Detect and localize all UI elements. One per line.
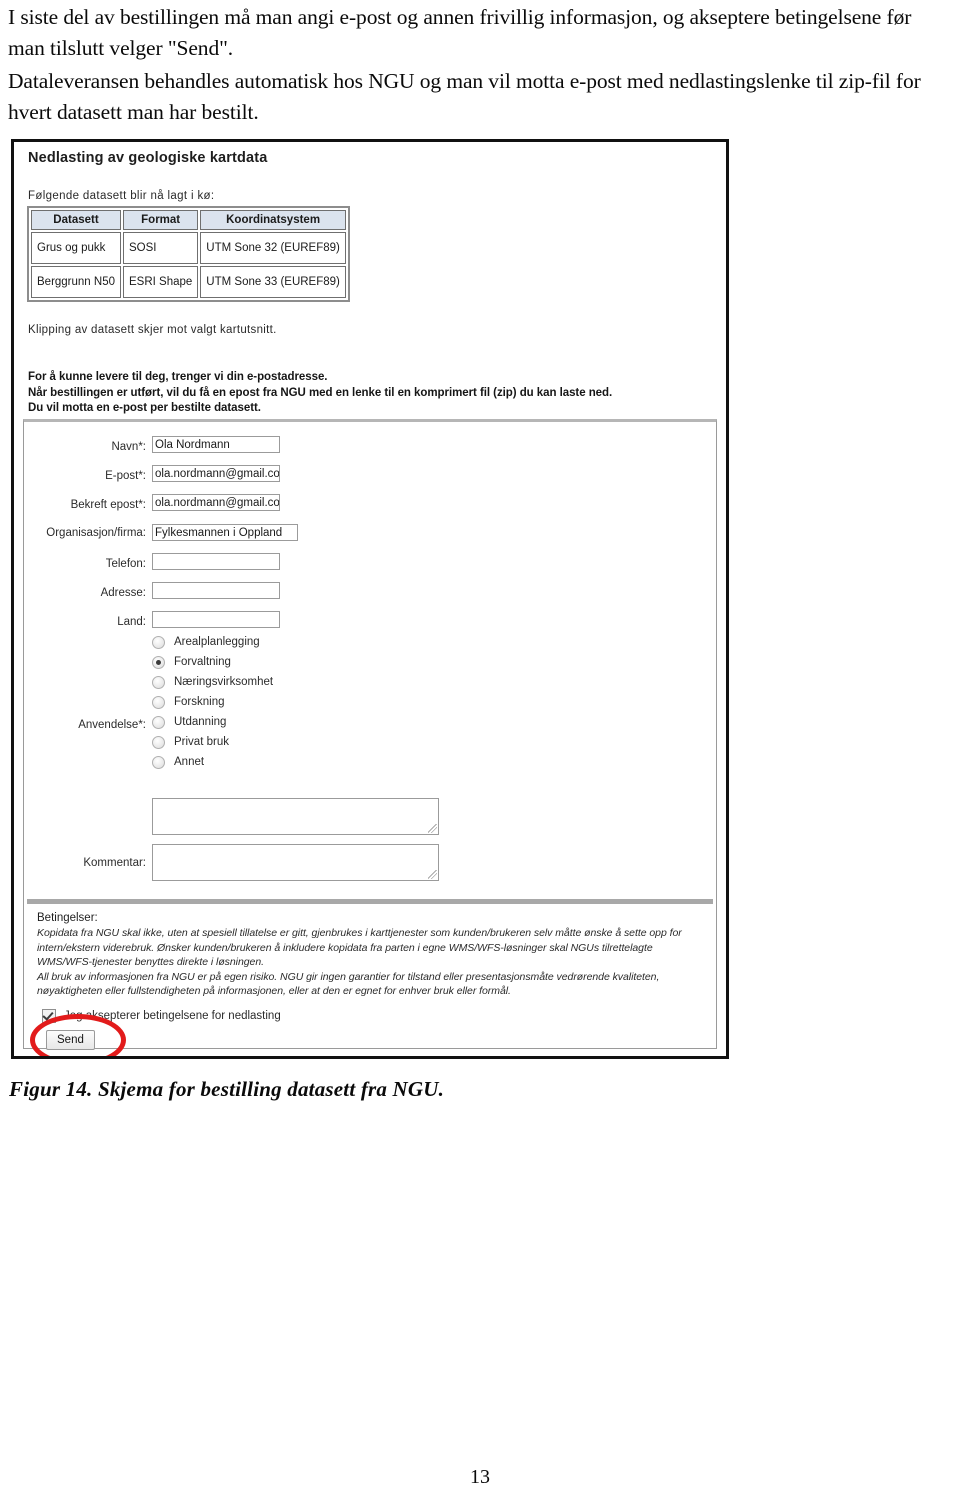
adresse-input[interactable] <box>152 582 280 599</box>
epost-input[interactable]: ola.nordmann@gmail.con <box>152 465 280 482</box>
cell-koordinatsystem: UTM Sone 32 (EUREF89) <box>200 232 346 264</box>
radio-option-utdanning[interactable]: Utdanning <box>152 712 273 732</box>
anvendelse-radio-group: Arealplanlegging Forvaltning Næringsvirk… <box>152 632 273 772</box>
table-row: Grus og pukk SOSI UTM Sone 32 (EUREF89) <box>31 232 346 264</box>
radio-option-arealplanlegging[interactable]: Arealplanlegging <box>152 632 273 652</box>
label-adresse: Adresse: <box>100 587 146 599</box>
terms-paragraph-1: Kopidata fra NGU skal ikke, uten at spes… <box>37 927 682 968</box>
land-input[interactable] <box>152 611 280 628</box>
app-title: Nedlasting av geologiske kartdata <box>28 150 268 166</box>
radio-option-forvaltning[interactable]: Forvaltning <box>152 652 273 672</box>
radio-label: Annet <box>174 756 205 768</box>
send-button[interactable]: Send <box>46 1030 95 1050</box>
bekreft-epost-input[interactable]: ola.nordmann@gmail.con <box>152 494 280 511</box>
cell-format: ESRI Shape <box>123 266 199 298</box>
accept-terms-row[interactable]: Jeg aksepterer betingelsene for nedlasti… <box>42 1009 281 1023</box>
column-header-koordinatsystem: Koordinatsystem <box>200 210 346 230</box>
terms-title: Betingelser: <box>37 912 98 924</box>
radio-icon[interactable] <box>152 675 165 689</box>
radio-label: Næringsvirksomhet <box>174 676 274 688</box>
cell-koordinatsystem: UTM Sone 33 (EUREF89) <box>200 266 346 298</box>
field-row-organisasjon: Organisasjon/firma: Fylkesmannen i Oppla… <box>24 522 716 549</box>
field-row-adresse: Adresse: <box>24 582 716 609</box>
column-header-format: Format <box>123 210 199 230</box>
field-row-telefon: Telefon: <box>24 553 716 580</box>
label-anvendelse: Anvendelse*: <box>78 719 146 731</box>
label-land: Land: <box>117 616 146 628</box>
figure-screenshot: Nedlasting av geologiske kartdata Følgen… <box>11 139 729 1059</box>
label-kommentar: Kommentar: <box>83 857 146 869</box>
radio-icon[interactable] <box>152 755 165 769</box>
radio-option-forskning[interactable]: Forskning <box>152 692 273 712</box>
field-row-navn: Navn*: Ola Nordmann <box>24 436 716 463</box>
radio-option-privat-bruk[interactable]: Privat bruk <box>152 732 273 752</box>
accept-checkbox-icon[interactable] <box>42 1009 56 1023</box>
table-row: Berggrunn N50 ESRI Shape UTM Sone 33 (EU… <box>31 266 346 298</box>
radio-label: Utdanning <box>174 716 227 728</box>
annet-textarea[interactable] <box>152 798 439 835</box>
telefon-input[interactable] <box>152 553 280 570</box>
cell-format: SOSI <box>123 232 199 264</box>
table-header-row: Datasett Format Koordinatsystem <box>31 210 346 230</box>
terms-paragraph-2: All bruk av informasjonen fra NGU er på … <box>37 970 660 998</box>
cell-datasett: Grus og pukk <box>31 232 121 264</box>
radio-label: Privat bruk <box>174 736 229 748</box>
radio-icon[interactable] <box>152 695 165 709</box>
label-organisasjon: Organisasjon/firma: <box>46 527 146 539</box>
accept-terms-label: Jeg aksepterer betingelsene for nedlasti… <box>64 1010 281 1022</box>
label-telefon: Telefon: <box>105 558 146 570</box>
radio-icon[interactable] <box>152 715 165 729</box>
radio-icon[interactable] <box>152 635 165 649</box>
figure-caption: Figur 14. Skjema for bestilling datasett… <box>9 1077 445 1101</box>
radio-icon-selected[interactable] <box>152 655 165 669</box>
page-number: 13 <box>470 1466 490 1488</box>
queue-note-text: Klipping av datasett skjer mot valgt kar… <box>28 324 277 336</box>
column-header-datasett: Datasett <box>31 210 121 230</box>
radio-option-naringsvirksomhet[interactable]: Næringsvirksomhet <box>152 672 273 692</box>
queue-table: Datasett Format Koordinatsystem Grus og … <box>27 206 350 302</box>
panel-divider <box>27 899 713 904</box>
intro-paragraph-2: Dataleveransen behandles automatisk hos … <box>8 69 921 124</box>
navn-input[interactable]: Ola Nordmann <box>152 436 280 453</box>
organisasjon-input[interactable]: Fylkesmannen i Oppland <box>152 524 298 541</box>
intro-paragraph-1: I siste del av bestillingen må man angi … <box>8 5 912 60</box>
field-row-epost: E-post*: ola.nordmann@gmail.con <box>24 465 716 492</box>
field-row-bekreft-epost: Bekreft epost*: ola.nordmann@gmail.con <box>24 494 716 521</box>
queue-intro-text: Følgende datasett blir nå lagt i kø: <box>28 190 215 202</box>
radio-option-annet[interactable]: Annet <box>152 752 273 772</box>
radio-label: Arealplanlegging <box>174 636 260 648</box>
terms-block: Betingelser: Kopidata fra NGU skal ikke,… <box>37 912 702 999</box>
field-row-land: Land: <box>24 611 716 638</box>
email-info-line-2: Når bestillingen er utført, vil du få en… <box>28 386 613 399</box>
cell-datasett: Berggrunn N50 <box>31 266 121 298</box>
label-epost: E-post*: <box>105 470 146 482</box>
email-info-line-1: For å kunne levere til deg, trenger vi d… <box>28 371 328 383</box>
radio-label: Forvaltning <box>174 656 231 668</box>
label-navn: Navn*: <box>111 441 146 453</box>
email-info-line-3: Du vil motta en e-post per bestilte data… <box>28 402 261 414</box>
radio-icon[interactable] <box>152 735 165 749</box>
order-form-panel: Navn*: Ola Nordmann E-post*: ola.nordman… <box>23 419 717 1056</box>
kommentar-textarea[interactable] <box>152 844 439 881</box>
label-bekreft-epost: Bekreft epost*: <box>70 499 146 511</box>
email-info-block: For å kunne levere til deg, trenger vi d… <box>28 370 612 417</box>
radio-label: Forskning <box>174 696 225 708</box>
